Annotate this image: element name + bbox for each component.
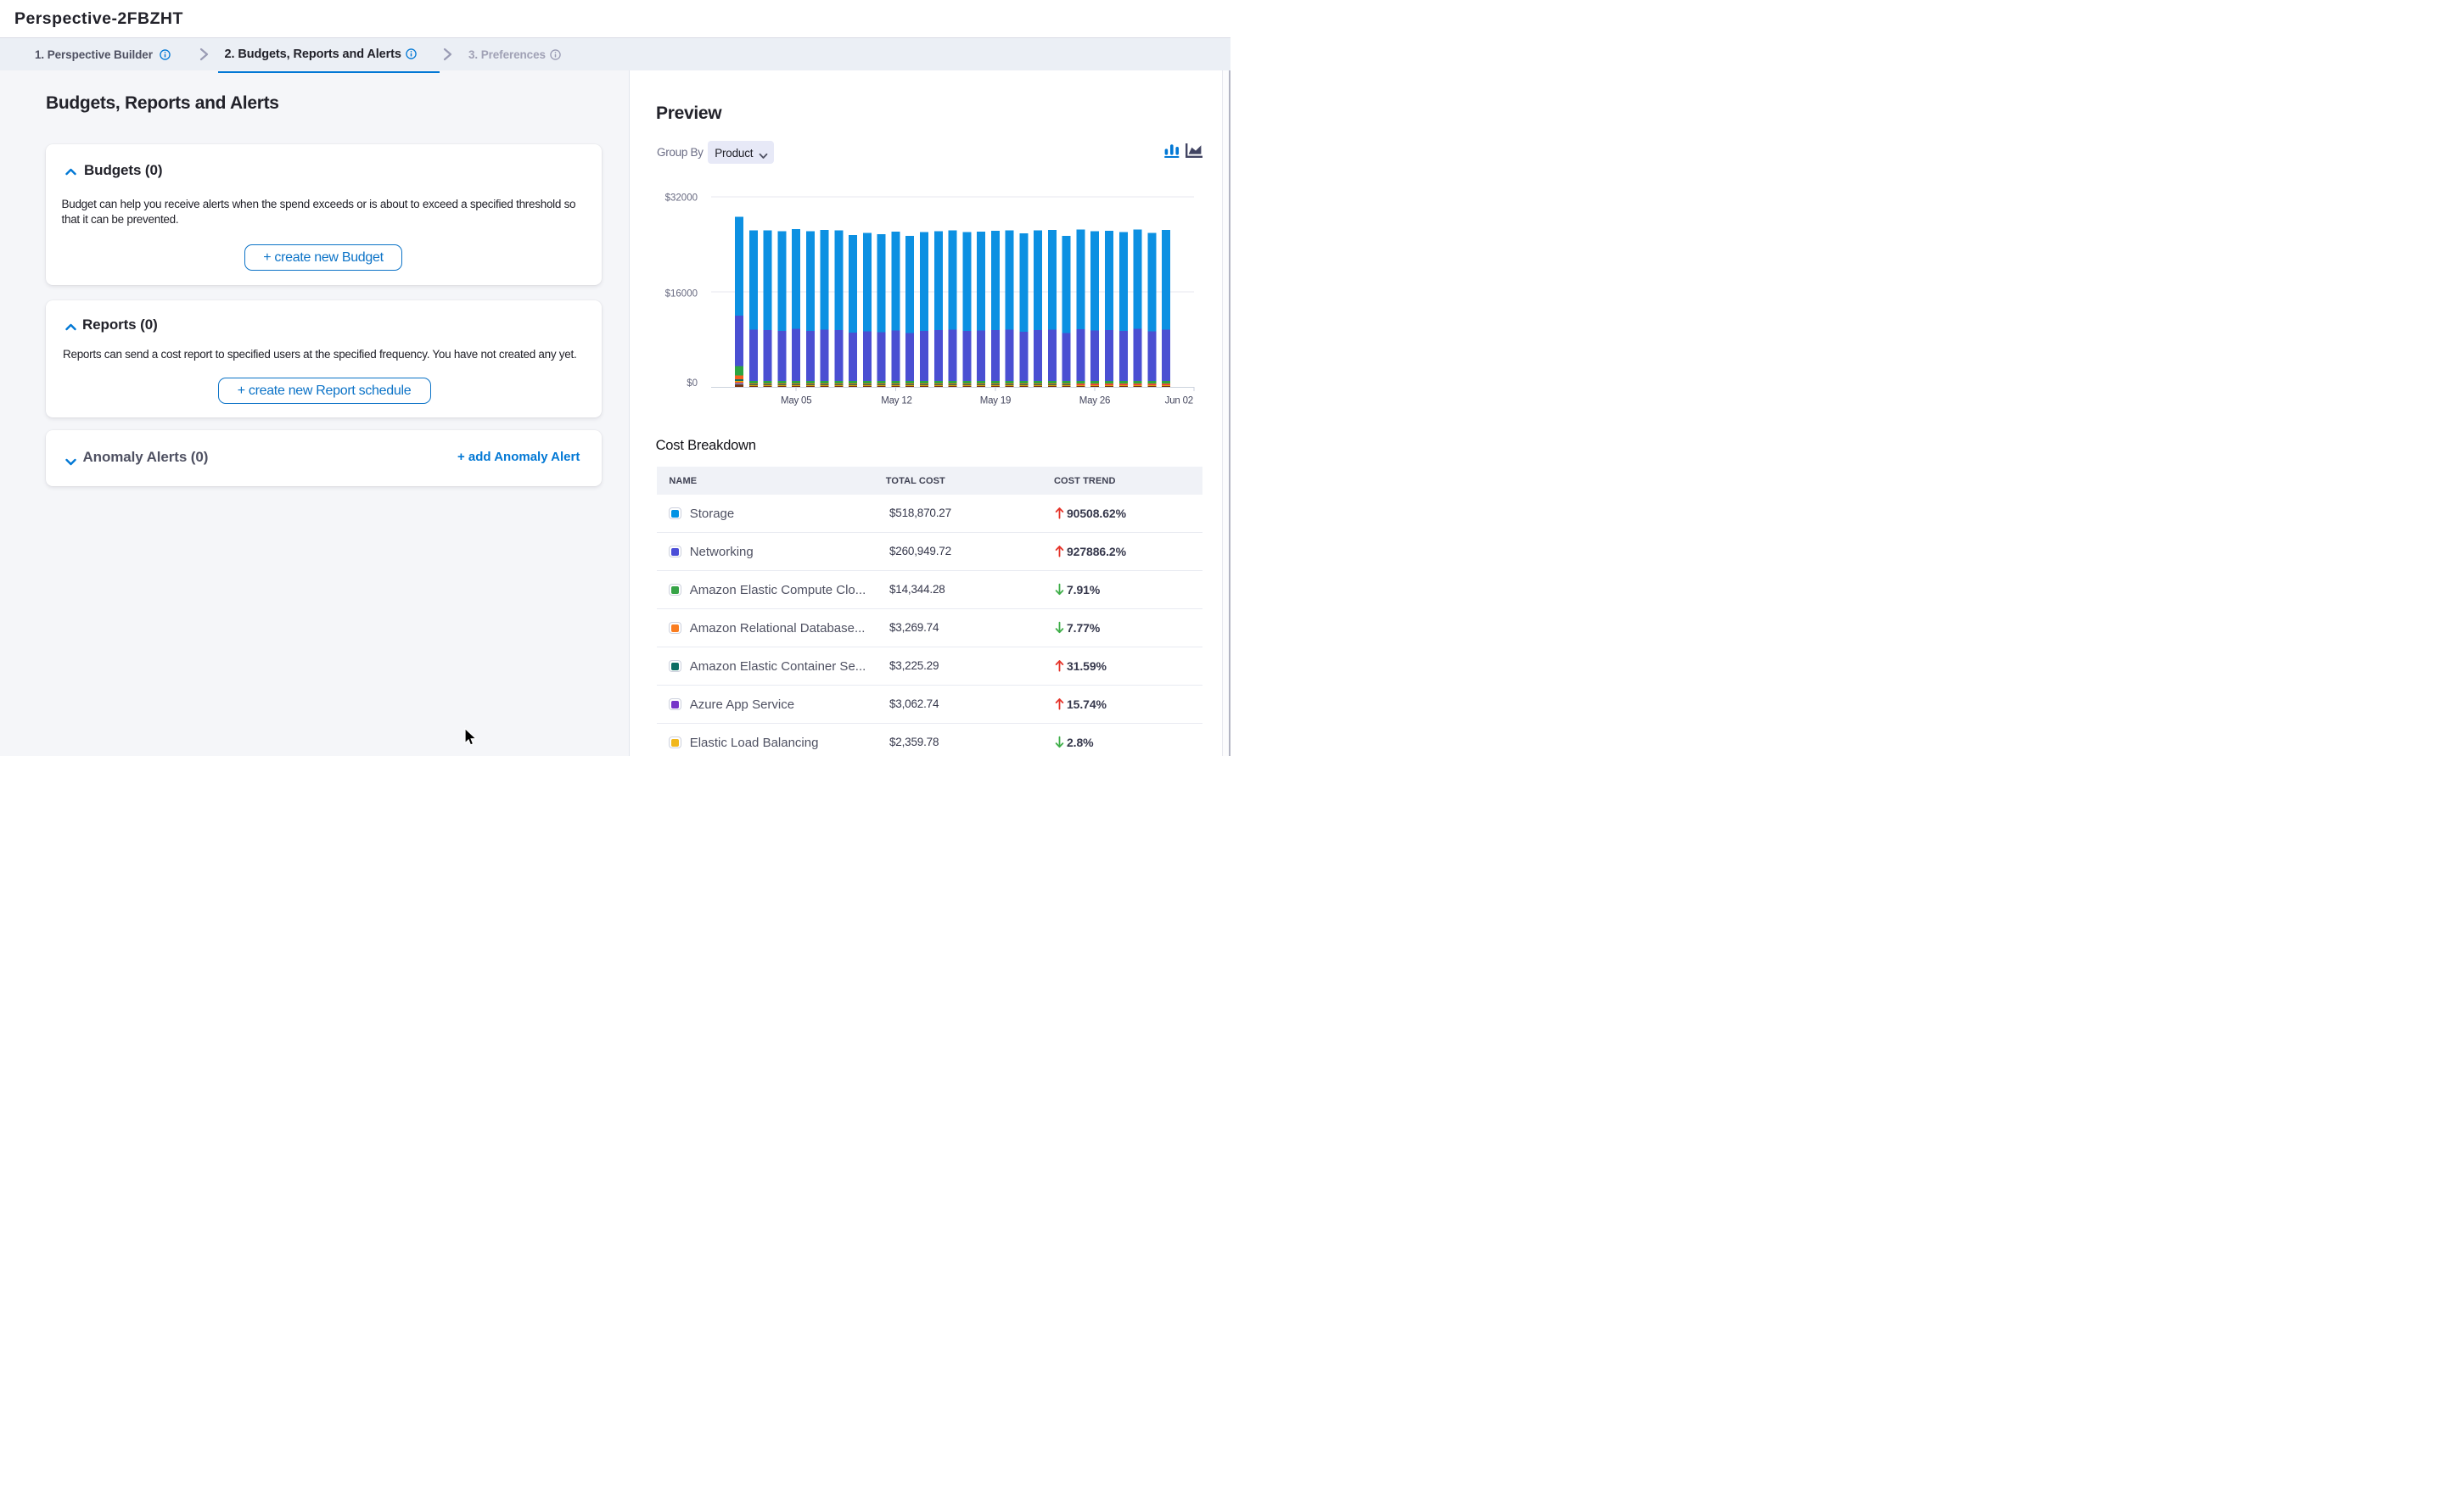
svg-text:May 12: May 12 [881,395,912,406]
svg-text:May 19: May 19 [980,395,1012,406]
svg-text:May 05: May 05 [781,395,812,406]
svg-text:May 26: May 26 [1079,395,1111,406]
svg-text:$32000: $32000 [665,193,698,203]
svg-text:$0: $0 [687,378,698,389]
svg-text:$16000: $16000 [665,288,698,299]
svg-text:Jun 02: Jun 02 [1165,395,1193,406]
